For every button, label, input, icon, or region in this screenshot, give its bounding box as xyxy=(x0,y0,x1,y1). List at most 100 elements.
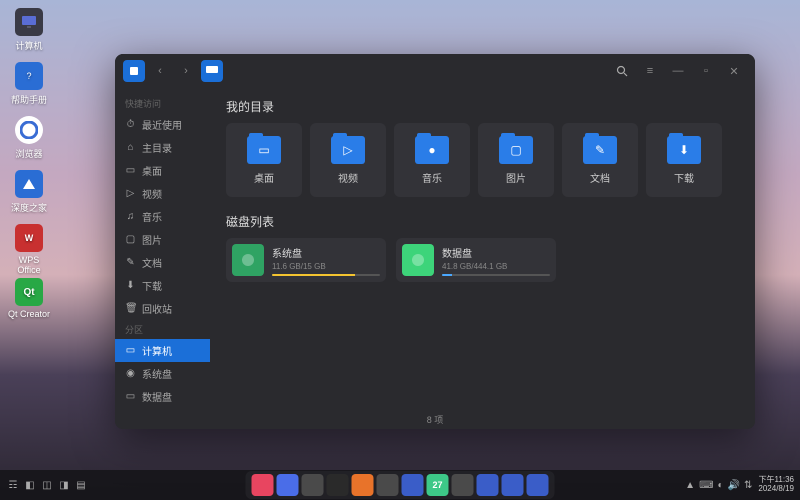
disk-size: 11.6 GB/15 GB xyxy=(272,262,380,271)
disk-item[interactable]: 数据盘41.8 GB/444.1 GB xyxy=(396,238,556,282)
clock-date: 2024/8/19 xyxy=(758,485,794,494)
sidebar-item-label: 下载 xyxy=(142,278,162,293)
dock-item[interactable] xyxy=(477,474,499,496)
maximize-button[interactable]: ▫ xyxy=(693,60,719,82)
sidebar-item-icon: ▷ xyxy=(125,188,136,199)
sidebar-item-label: 桌面 xyxy=(142,163,162,178)
sidebar-item[interactable]: ⌂主目录 xyxy=(115,136,210,159)
dock-item[interactable] xyxy=(327,474,349,496)
dock-item[interactable] xyxy=(527,474,549,496)
desktop-icon-help[interactable]: ?帮助手册 xyxy=(8,62,50,106)
sidebar-item[interactable]: ▢图片 xyxy=(115,228,210,251)
close-button[interactable]: ✕ xyxy=(721,60,747,82)
folder-icon: ⬇ xyxy=(667,136,701,164)
tray-item[interactable]: ◨ xyxy=(57,478,71,492)
file-manager-window: ‹ › ≡ — ▫ ✕ 快捷访问⏱最近使用⌂主目录▭桌面▷视频♫音乐▢图片✎文档… xyxy=(115,54,755,429)
forward-button[interactable]: › xyxy=(175,60,197,82)
tray-icon[interactable]: ▲ xyxy=(685,480,695,491)
folder-label: 桌面 xyxy=(254,170,274,185)
app-icon[interactable] xyxy=(123,60,145,82)
disk-bar xyxy=(272,274,380,276)
sidebar-item-icon: ⏱ xyxy=(125,119,136,130)
sidebar-group-header: 分区 xyxy=(115,320,210,339)
menu-icon[interactable]: ≡ xyxy=(637,60,663,82)
sidebar-item-icon: ▭ xyxy=(125,345,136,356)
search-icon[interactable] xyxy=(609,60,635,82)
sidebar-item[interactable]: ▭桌面 xyxy=(115,159,210,182)
sidebar: 快捷访问⏱最近使用⌂主目录▭桌面▷视频♫音乐▢图片✎文档⬇下载🗑回收站分区▭计算… xyxy=(115,88,210,409)
sidebar-item[interactable]: 🗑回收站 xyxy=(115,297,210,320)
sidebar-item[interactable]: ▭数据盘 xyxy=(115,385,210,408)
tray-icon[interactable]: 🔊 xyxy=(728,480,740,491)
back-button[interactable]: ‹ xyxy=(149,60,171,82)
dock-item[interactable] xyxy=(277,474,299,496)
disk-name: 系统盘 xyxy=(272,245,380,260)
folder-item[interactable]: ▷ 视频 xyxy=(310,123,386,197)
desktop-icon-qt[interactable]: QtQt Creator xyxy=(8,278,50,319)
folder-item[interactable]: ✎ 文档 xyxy=(562,123,638,197)
dock-item[interactable] xyxy=(452,474,474,496)
sidebar-item-label: 系统盘 xyxy=(142,366,172,381)
sidebar-item-label: 回收站 xyxy=(142,301,172,316)
tray-item[interactable]: ◧ xyxy=(23,478,37,492)
sidebar-item-label: 文档 xyxy=(142,255,162,270)
desktop-icon-label: WPS Office xyxy=(17,255,40,275)
desktop-icon-browser[interactable]: 浏览器 xyxy=(8,116,50,160)
desktop-icon-label: 帮助手册 xyxy=(11,95,47,105)
disk-icon xyxy=(232,244,264,276)
sidebar-item-icon: ▭ xyxy=(125,391,136,402)
folder-icon: ▭ xyxy=(247,136,281,164)
tray-right: ▲ ⌨ ◐ 🔊 ⇅ xyxy=(685,480,752,491)
disk-size: 41.8 GB/444.1 GB xyxy=(442,262,550,271)
sidebar-item[interactable]: ◉ 系统盘 xyxy=(115,362,210,385)
tray-item[interactable]: ▤ xyxy=(74,478,88,492)
sidebar-item[interactable]: ♫音乐 xyxy=(115,205,210,228)
tray-item[interactable]: ☶ xyxy=(6,478,20,492)
folder-label: 文档 xyxy=(590,170,610,185)
content-area: 我的目录 ▭桌面▷视频●音乐▢图片✎文档⬇下载 磁盘列表 系统盘11.6 GB/… xyxy=(210,88,755,409)
folder-item[interactable]: ●音乐 xyxy=(394,123,470,197)
dock-item[interactable] xyxy=(352,474,374,496)
clock[interactable]: 下午11:36 2024/8/19 xyxy=(758,476,794,494)
sidebar-item[interactable]: ⬇下载 xyxy=(115,274,210,297)
disk-item[interactable]: 系统盘 11.6 GB/15 GB xyxy=(226,238,386,282)
dock-item[interactable] xyxy=(402,474,424,496)
disk-list-title: 磁盘列表 xyxy=(226,213,739,230)
dock-item[interactable] xyxy=(252,474,274,496)
disk-icon xyxy=(402,244,434,276)
taskbar: ☶◧◫◨▤ 27 ▲ ⌨ ◐ 🔊 ⇅ 下午11:36 2024/8/19 xyxy=(0,470,800,500)
sidebar-item-label: 图片 xyxy=(142,232,162,247)
tray-icon[interactable]: ⇅ xyxy=(744,480,752,491)
folder-item[interactable]: ⬇下载 xyxy=(646,123,722,197)
sidebar-item[interactable]: ✎ 文档 xyxy=(115,251,210,274)
sidebar-item-label: 计算机 xyxy=(142,343,172,358)
folder-icon: ▷ xyxy=(331,136,365,164)
dock-item[interactable] xyxy=(377,474,399,496)
desktop-icon-deepin[interactable]: 深度之家 xyxy=(8,170,50,214)
view-mode-button[interactable] xyxy=(201,60,223,82)
minimize-button[interactable]: — xyxy=(665,60,691,82)
tray-item[interactable]: ◫ xyxy=(40,478,54,492)
folder-icon: ✎ xyxy=(583,136,617,164)
tray-icon[interactable]: ⌨ xyxy=(699,480,713,491)
dock-item[interactable] xyxy=(502,474,524,496)
disk-bar xyxy=(442,274,550,276)
dock-item[interactable] xyxy=(302,474,324,496)
desktop-icon-computer[interactable]: 计算机 xyxy=(8,8,50,52)
sidebar-item[interactable]: ▷视频 xyxy=(115,182,210,205)
folder-label: 视频 xyxy=(338,170,358,185)
tray-icon[interactable]: ◐ xyxy=(718,480,724,491)
sidebar-item-icon: ✎ xyxy=(125,257,136,268)
folder-grid: ▭ 桌面 ▷ 视频 ●音乐▢图片 ✎ 文档 ⬇下载 xyxy=(226,123,739,197)
folder-item[interactable]: ▭ 桌面 xyxy=(226,123,302,197)
desktop-icon-wps[interactable]: WWPS Office xyxy=(8,224,50,275)
sidebar-item[interactable]: ⏱最近使用 xyxy=(115,113,210,136)
sidebar-item-icon: ◉ xyxy=(125,368,136,379)
dock-item[interactable]: 27 xyxy=(427,474,449,496)
folder-item[interactable]: ▢图片 xyxy=(478,123,554,197)
desktop-icon-label: 计算机 xyxy=(15,41,42,51)
sidebar-item[interactable]: ▭ 计算机 xyxy=(115,339,210,362)
dock: 27 xyxy=(246,471,555,499)
sidebar-item-icon: ♫ xyxy=(125,211,136,222)
status-bar: 8 项 xyxy=(115,409,755,429)
